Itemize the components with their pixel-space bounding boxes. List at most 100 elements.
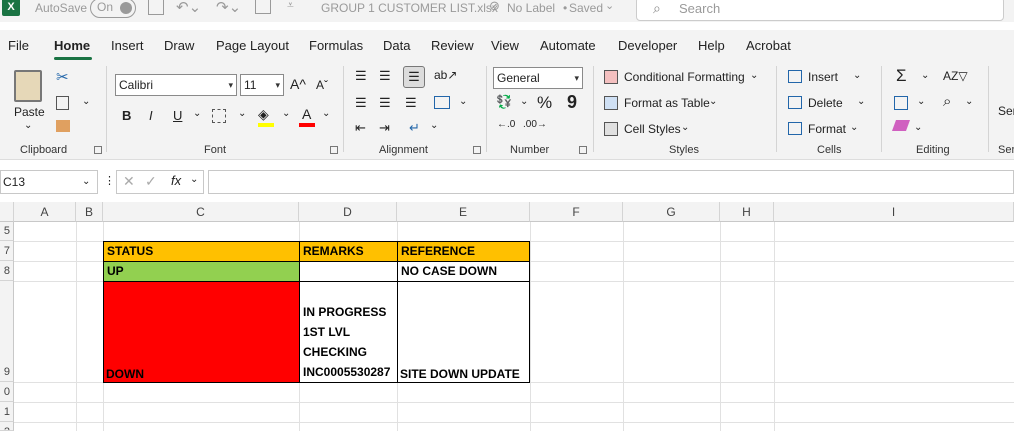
column-header-b[interactable]: B xyxy=(76,202,103,222)
undo-icon[interactable]: ↶⌄ xyxy=(176,0,201,16)
chevron-down-icon[interactable]: ⌄ xyxy=(82,171,90,193)
clear-icon[interactable] xyxy=(891,120,911,131)
reference-cell[interactable]: SITE DOWN UPDATE xyxy=(397,281,530,383)
underline-button[interactable]: U xyxy=(173,108,182,123)
bold-button[interactable]: B xyxy=(122,108,131,123)
chevron-down-icon[interactable]: ⌄ xyxy=(238,108,246,119)
chevron-down-icon[interactable]: ⌄ xyxy=(681,122,689,133)
font-color-icon[interactable]: A xyxy=(302,106,311,122)
paste-icon[interactable] xyxy=(14,70,42,102)
format-as-table-icon[interactable] xyxy=(604,96,618,110)
percent-style-icon[interactable]: % xyxy=(537,93,552,113)
align-right-icon[interactable]: ☰ xyxy=(405,95,417,111)
row-header[interactable]: 5 xyxy=(0,222,14,241)
font-launcher-icon[interactable] xyxy=(330,146,338,154)
align-bottom-icon[interactable]: ☰ xyxy=(403,66,425,88)
cell-styles-button[interactable]: Cell Styles xyxy=(624,122,681,136)
tab-developer[interactable]: Developer xyxy=(618,38,677,53)
format-painter-icon[interactable] xyxy=(56,120,70,132)
customize-toolbar-icon[interactable]: ⩡ xyxy=(287,0,294,13)
column-header-e[interactable]: E xyxy=(397,202,530,222)
tab-automate[interactable]: Automate xyxy=(540,38,596,53)
clipboard-launcher-icon[interactable] xyxy=(94,146,102,154)
tab-review[interactable]: Review xyxy=(431,38,474,53)
chevron-down-icon[interactable]: ⌄ xyxy=(24,120,32,131)
row-header[interactable]: 1 xyxy=(0,402,14,422)
tab-page-layout[interactable]: Page Layout xyxy=(216,38,289,53)
accounting-format-icon[interactable]: 💱 xyxy=(496,94,512,110)
align-middle-icon[interactable]: ☰ xyxy=(379,68,391,84)
row-header[interactable]: 9 xyxy=(0,281,14,382)
tab-data[interactable]: Data xyxy=(383,38,410,53)
chevron-down-icon[interactable]: ⌄ xyxy=(850,122,858,133)
column-header-i[interactable]: I xyxy=(774,202,1014,222)
tab-home[interactable]: Home xyxy=(54,38,90,53)
chevron-down-icon[interactable]: ⌄ xyxy=(520,96,528,107)
more-options-icon[interactable]: ⋮ xyxy=(104,174,115,187)
tab-view[interactable]: View xyxy=(491,38,519,53)
chevron-down-icon[interactable]: ⌄ xyxy=(190,174,198,185)
formula-input[interactable] xyxy=(208,170,1014,194)
remarks-cell[interactable]: IN PROGRESS 1ST LVL CHECKING INC00055302… xyxy=(299,281,398,383)
insert-function-button[interactable]: fx xyxy=(171,173,181,188)
row-header[interactable]: 8 xyxy=(0,261,14,281)
conditional-formatting-icon[interactable] xyxy=(604,70,618,84)
find-select-icon[interactable]: ⌕ xyxy=(943,93,951,110)
delete-cells-icon[interactable] xyxy=(788,96,802,109)
increase-font-size-icon[interactable]: A^ xyxy=(290,76,306,92)
merge-center-icon[interactable] xyxy=(434,96,450,109)
chevron-down-icon[interactable]: ⌄ xyxy=(965,96,973,107)
tab-help[interactable]: Help xyxy=(698,38,725,53)
tab-formulas[interactable]: Formulas xyxy=(309,38,363,53)
decrease-font-size-icon[interactable]: Aˇ xyxy=(316,78,328,92)
delete-cells-button[interactable]: Delete xyxy=(808,96,843,110)
align-center-icon[interactable]: ☰ xyxy=(379,95,391,111)
chevron-down-icon[interactable]: ⌄ xyxy=(193,108,201,119)
header-cell-status[interactable]: STATUS xyxy=(103,241,300,262)
cancel-icon[interactable]: ✕ xyxy=(123,173,135,190)
column-header-h[interactable]: H xyxy=(720,202,774,222)
chevron-down-icon[interactable]: ⌄ xyxy=(921,70,929,81)
format-cells-icon[interactable] xyxy=(788,122,802,135)
paste-button[interactable]: Paste xyxy=(14,105,45,119)
column-header-g[interactable]: G xyxy=(623,202,720,222)
number-launcher-icon[interactable] xyxy=(579,146,587,154)
decrease-decimal-icon[interactable]: .00→ xyxy=(523,119,547,130)
copy-icon[interactable] xyxy=(56,96,69,110)
borders-icon[interactable] xyxy=(212,109,226,123)
italic-button[interactable]: I xyxy=(149,108,153,123)
cell-styles-icon[interactable] xyxy=(604,122,618,136)
select-all-corner[interactable] xyxy=(0,202,14,222)
overflow-group-button[interactable]: Ser xyxy=(998,104,1014,118)
comma-style-icon[interactable]: 9 xyxy=(567,92,577,113)
chevron-down-icon[interactable]: ⌄ xyxy=(857,96,865,107)
align-top-icon[interactable]: ☰ xyxy=(355,68,367,84)
orientation-icon[interactable]: ab↗ xyxy=(434,68,457,82)
name-box[interactable]: C13 ⌄ xyxy=(0,170,98,194)
redo-icon[interactable]: ↷⌄ xyxy=(216,0,241,16)
sort-filter-icon[interactable]: AZ▽ xyxy=(943,69,968,83)
chevron-down-icon[interactable]: ⌄ xyxy=(459,96,467,107)
status-cell[interactable]: DOWN xyxy=(103,281,300,383)
reference-cell[interactable]: NO CASE DOWN xyxy=(397,261,530,282)
tab-insert[interactable]: Insert xyxy=(111,38,144,53)
alignment-launcher-icon[interactable] xyxy=(473,146,481,154)
tab-draw[interactable]: Draw xyxy=(164,38,194,53)
align-left-icon[interactable]: ☰ xyxy=(355,95,367,111)
conditional-formatting-button[interactable]: Conditional Formatting xyxy=(624,70,745,84)
row-header[interactable]: 2 xyxy=(0,422,14,431)
chevron-down-icon[interactable]: ⌄ xyxy=(605,0,614,12)
chevron-down-icon[interactable]: ⌄ xyxy=(917,96,925,107)
column-header-d[interactable]: D xyxy=(299,202,397,222)
insert-cells-button[interactable]: Insert xyxy=(808,70,838,84)
tab-acrobat[interactable]: Acrobat xyxy=(746,38,791,53)
font-name-select[interactable]: Calibri ▾ xyxy=(115,74,237,96)
number-format-select[interactable]: General ▾ xyxy=(493,67,583,89)
increase-decimal-icon[interactable]: ←.0 xyxy=(497,119,515,130)
decrease-indent-icon[interactable]: ⇤ xyxy=(355,120,366,136)
chevron-down-icon[interactable]: ⌄ xyxy=(853,70,861,81)
font-size-select[interactable]: 11 ▾ xyxy=(240,74,284,96)
form-icon[interactable] xyxy=(255,0,271,14)
status-cell[interactable]: UP xyxy=(103,261,300,282)
column-header-f[interactable]: F xyxy=(530,202,623,222)
